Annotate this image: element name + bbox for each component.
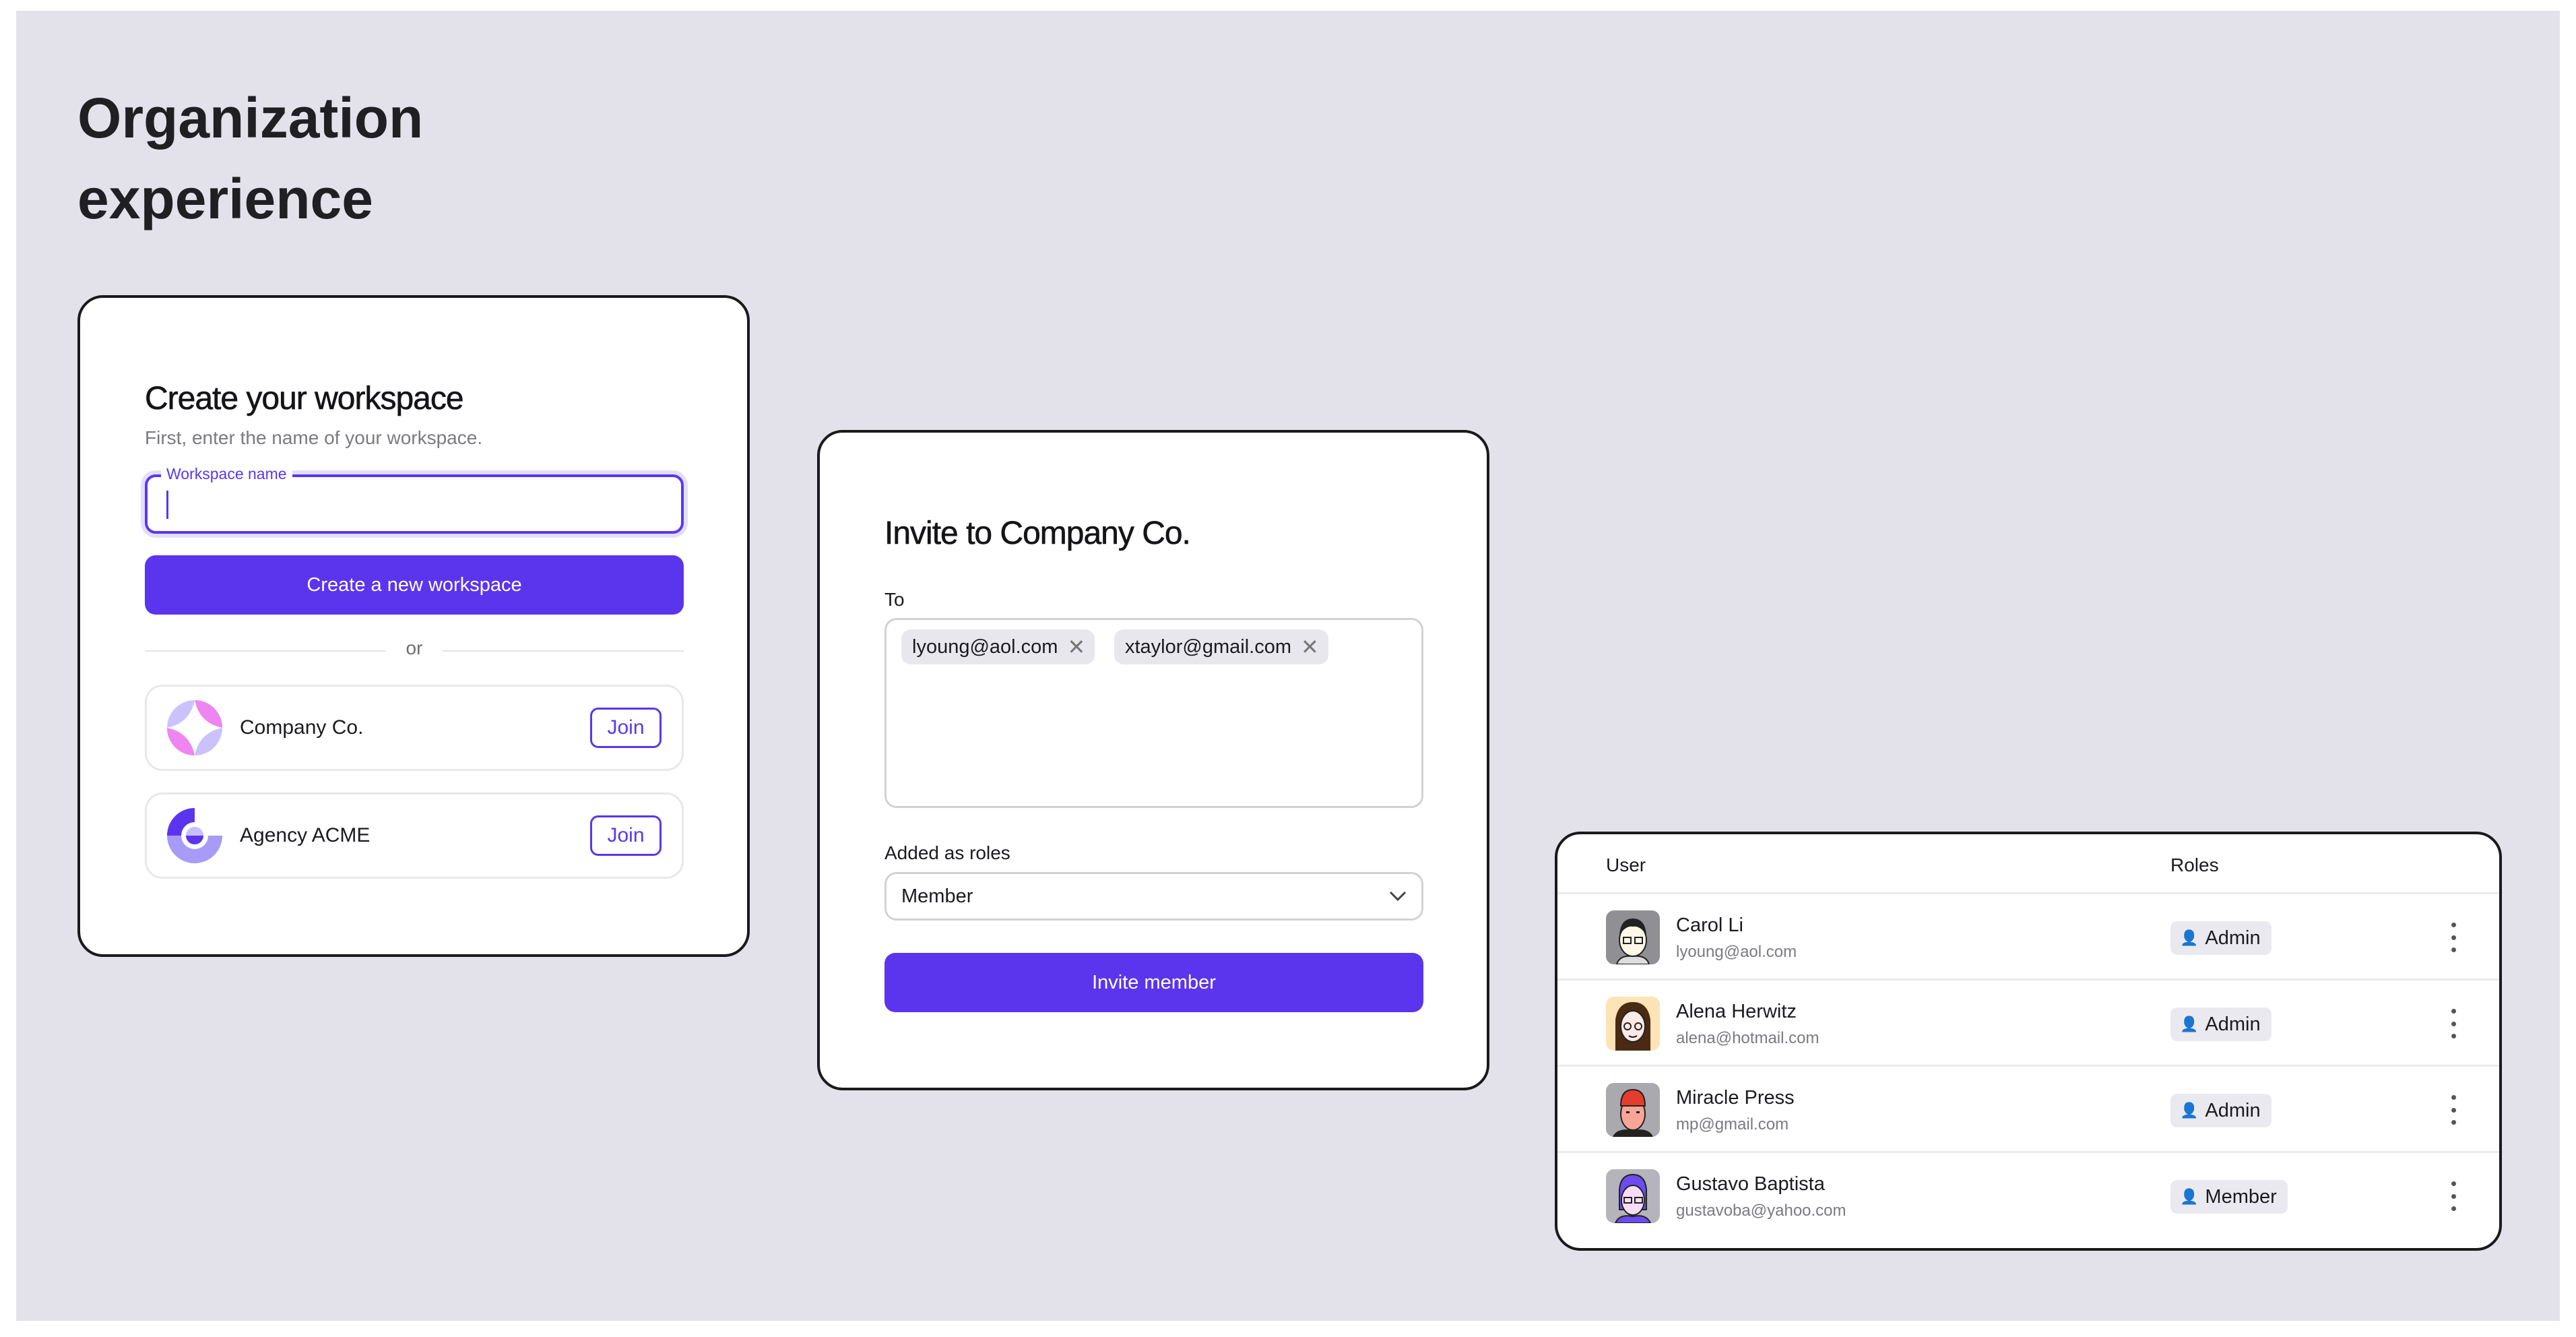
user-role-icon: 👤	[2180, 1102, 2199, 1119]
role-select[interactable]: Member	[884, 872, 1423, 921]
divider-right	[443, 650, 684, 652]
role-badge: 👤 Member	[2170, 1180, 2288, 1214]
user-name: Miracle Press	[1676, 1087, 1795, 1109]
remove-icon[interactable]: ✕	[1301, 634, 1319, 660]
page-title: Organization experience	[77, 77, 423, 239]
workspace-name: Company Co.	[240, 716, 364, 739]
role-badge: 👤 Admin	[2170, 921, 2272, 955]
recipient-chip: xtaylor@gmail.com ✕	[1114, 629, 1328, 664]
role-text: Admin	[2205, 1013, 2261, 1035]
create-workspace-card: Create your workspace First, enter the n…	[77, 295, 750, 957]
column-header-roles[interactable]: Roles	[2170, 854, 2219, 876]
more-options-icon[interactable]	[2447, 1095, 2460, 1125]
chevron-down-icon	[1389, 891, 1407, 902]
invite-member-button[interactable]: Invite member	[884, 953, 1423, 1012]
recipient-email: lyoung@aol.com	[912, 635, 1058, 658]
divider-left	[145, 650, 386, 652]
join-button[interactable]: Join	[590, 815, 662, 856]
table-row: Carol Li lyoung@aol.com 👤 Admin	[1557, 892, 2499, 978]
remove-icon[interactable]: ✕	[1067, 634, 1085, 660]
table-row: Alena Herwitz alena@hotmail.com 👤 Admin	[1557, 978, 2499, 1065]
role-text: Admin	[2205, 1099, 2261, 1121]
card-heading: Invite to Company Co.	[884, 516, 1191, 552]
workspace-row-agency-acme: Agency ACME Join	[145, 792, 684, 879]
or-text: or	[406, 638, 423, 658]
user-name: Carol Li	[1676, 914, 1743, 936]
user-email: mp@gmail.com	[1676, 1115, 1789, 1133]
column-header-user[interactable]: User	[1606, 854, 1646, 876]
card-heading: Create your workspace	[145, 381, 464, 417]
avatar	[1606, 910, 1660, 964]
users-table-card: User Roles Carol Li lyoung@aol.com 👤 Admi…	[1555, 832, 2502, 1251]
role-text: Admin	[2205, 927, 2261, 949]
user-email: alena@hotmail.com	[1676, 1029, 1820, 1047]
avatar	[1606, 997, 1660, 1051]
table-row: Miracle Press mp@gmail.com 👤 Admin	[1557, 1065, 2499, 1151]
user-email: lyoung@aol.com	[1676, 943, 1797, 961]
page-title-line-2: experience	[77, 167, 373, 230]
workspace-row-company-co: Company Co. Join	[145, 685, 684, 771]
to-label: To	[884, 589, 905, 610]
role-text: Member	[2205, 1185, 2277, 1208]
workspace-name-label: Workspace name	[161, 465, 292, 483]
role-badge: 👤 Admin	[2170, 1094, 2272, 1127]
company-co-logo-icon	[167, 700, 222, 755]
role-selected-value: Member	[901, 885, 973, 907]
user-email: gustavoba@yahoo.com	[1676, 1202, 1846, 1220]
text-caret	[166, 491, 168, 519]
workspace-name-input[interactable]: Workspace name	[145, 465, 684, 534]
user-role-icon: 👤	[2180, 1188, 2199, 1205]
agency-acme-logo-icon	[167, 808, 222, 863]
roles-label: Added as roles	[884, 842, 1010, 863]
more-options-icon[interactable]	[2447, 1009, 2460, 1038]
invite-card: Invite to Company Co. To lyoung@aol.com …	[817, 430, 1489, 1090]
workspace-name: Agency ACME	[240, 824, 371, 846]
recipient-email: xtaylor@gmail.com	[1125, 635, 1291, 658]
page-title-line-1: Organization	[77, 86, 424, 150]
user-role-icon: 👤	[2180, 1016, 2199, 1032]
join-button[interactable]: Join	[590, 708, 662, 748]
avatar	[1606, 1083, 1660, 1137]
more-options-icon[interactable]	[2447, 923, 2460, 952]
user-name: Alena Herwitz	[1676, 1001, 1797, 1022]
table-row: Gustavo Baptista gustavoba@yahoo.com 👤 Me…	[1557, 1151, 2499, 1237]
more-options-icon[interactable]	[2447, 1181, 2460, 1211]
recipient-chip: lyoung@aol.com ✕	[901, 629, 1095, 664]
card-subtitle: First, enter the name of your workspace.	[145, 427, 483, 448]
avatar	[1606, 1169, 1660, 1223]
user-role-icon: 👤	[2180, 929, 2199, 946]
create-workspace-button[interactable]: Create a new workspace	[145, 555, 684, 615]
user-name: Gustavo Baptista	[1676, 1173, 1825, 1195]
role-badge: 👤 Admin	[2170, 1007, 2272, 1041]
recipients-input[interactable]: lyoung@aol.com ✕ xtaylor@gmail.com ✕	[884, 618, 1423, 808]
